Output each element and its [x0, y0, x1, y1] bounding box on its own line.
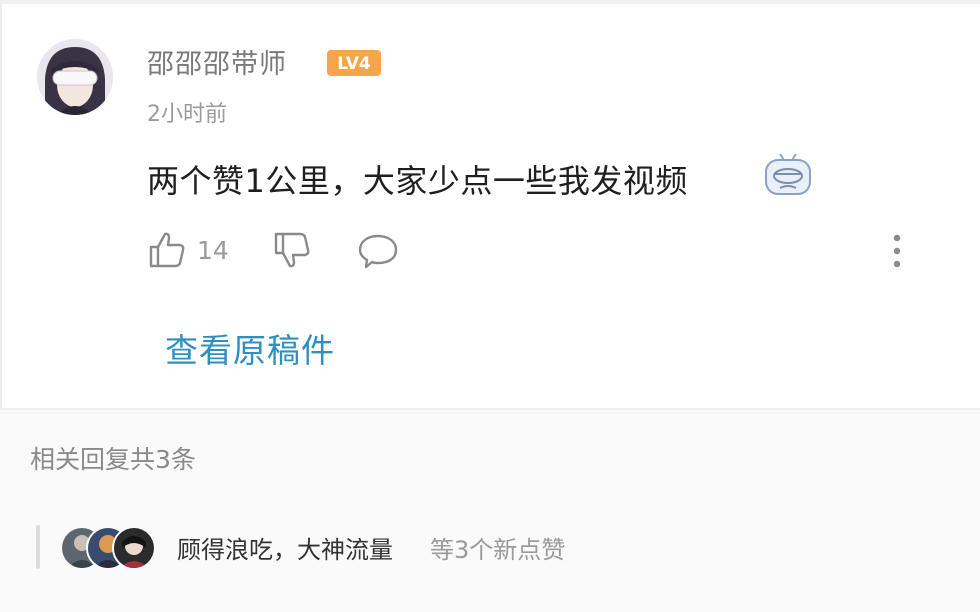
- thumbs-up-icon[interactable]: [147, 230, 187, 270]
- thumbs-down-icon[interactable]: [272, 230, 312, 270]
- replies-summary[interactable]: 相关回复共3条: [30, 440, 196, 476]
- comment-text: 两个赞1公里，大家少点一些我发视频: [147, 162, 688, 200]
- view-original-link[interactable]: 查看原稿件: [165, 324, 335, 372]
- replies-section: 相关回复共3条 顾得浪吃，大神流量 等3个新点赞: [0, 410, 980, 612]
- svg-text:LV4: LV4: [337, 54, 371, 74]
- quote-bar: [36, 525, 40, 569]
- tv-emoji-icon: [765, 153, 811, 195]
- level-badge: LV4: [327, 50, 381, 76]
- comment-time: 2小时前: [147, 102, 227, 127]
- username[interactable]: 邵邵邵带师: [147, 42, 287, 81]
- liker-avatars[interactable]: [60, 526, 160, 570]
- liker-names[interactable]: 顾得浪吃，大神流量: [177, 530, 393, 565]
- reply-bubble-icon[interactable]: [357, 232, 399, 270]
- liker-avatar: [112, 526, 156, 570]
- new-likes-suffix: 等3个新点赞: [430, 536, 566, 564]
- comment-card: 邵邵邵带师 LV4 2小时前 两个赞1公里，大家少点一些我发视频 14 查看原稿…: [0, 4, 980, 408]
- more-vertical-icon[interactable]: [885, 230, 909, 272]
- avatar[interactable]: [37, 39, 113, 115]
- like-count: 14: [197, 236, 229, 265]
